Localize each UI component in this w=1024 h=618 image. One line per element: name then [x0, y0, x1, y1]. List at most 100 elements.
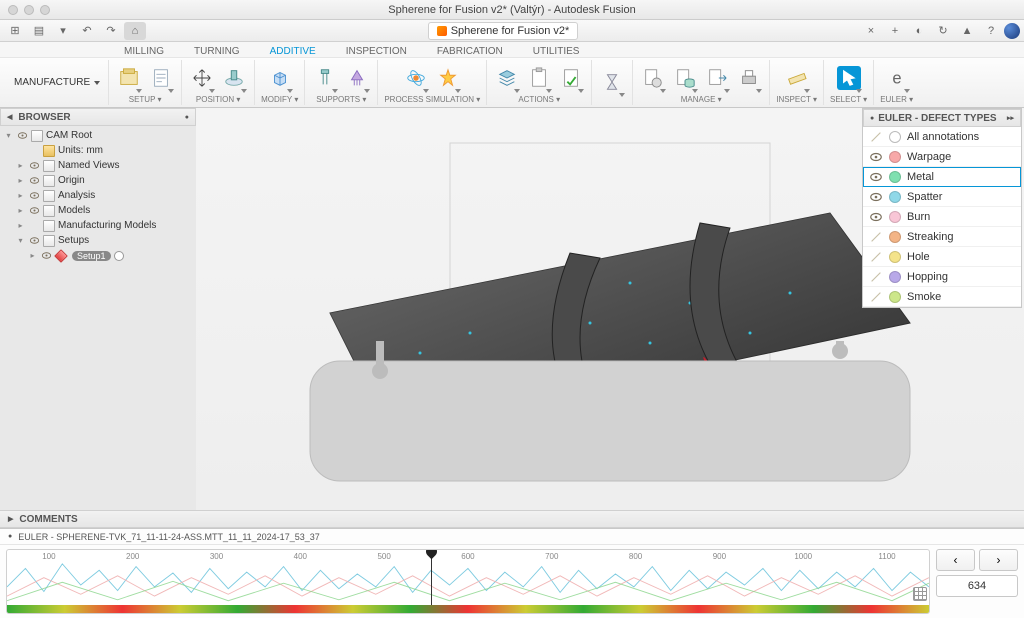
layers-stack[interactable]: [493, 64, 521, 92]
doc-export[interactable]: [703, 64, 731, 92]
help-icon[interactable]: ?: [980, 22, 1002, 40]
inspect-measure[interactable]: [783, 64, 811, 92]
workspace-switcher[interactable]: MANUFACTURE: [6, 60, 109, 105]
ribbon-tab-additive[interactable]: ADDITIVE: [266, 46, 320, 57]
visibility-eye-icon[interactable]: [869, 130, 883, 144]
hourglass[interactable]: [598, 68, 626, 96]
chevron-icon[interactable]: ▾: [16, 236, 25, 245]
doc-printer[interactable]: [735, 64, 763, 92]
document-tab[interactable]: Spherene for Fusion v2*: [428, 22, 579, 40]
ribbon-group-label[interactable]: MANAGE ▾: [681, 95, 722, 105]
sim-physics[interactable]: [402, 64, 430, 92]
chevron-icon[interactable]: ▾: [4, 131, 13, 140]
timeline-grid-icon[interactable]: [913, 587, 927, 601]
user-avatar[interactable]: [1004, 23, 1020, 39]
defect-row-spatter[interactable]: Spatter: [863, 187, 1021, 207]
ribbon-tab-inspection[interactable]: INSPECTION: [342, 46, 411, 57]
redo-icon[interactable]: ↷: [100, 22, 122, 40]
tab-close-icon[interactable]: ×: [860, 22, 882, 40]
visibility-eye-icon[interactable]: [869, 190, 883, 204]
ribbon-group-label[interactable]: INSPECT ▾: [776, 95, 817, 105]
visibility-eye-icon[interactable]: [28, 145, 40, 157]
euler-e[interactable]: e: [883, 64, 911, 92]
extensions-icon[interactable]: ◐: [908, 22, 930, 40]
ribbon-group-label[interactable]: POSITION ▾: [196, 95, 240, 105]
file-icon[interactable]: ▤: [28, 22, 50, 40]
chevron-icon[interactable]: ▸: [16, 191, 25, 200]
chevron-icon[interactable]: ▸: [16, 176, 25, 185]
defect-row-burn[interactable]: Burn: [863, 207, 1021, 227]
chevron-icon[interactable]: ▸: [16, 206, 25, 215]
timeline-playhead[interactable]: [431, 550, 432, 613]
defect-row-streaking[interactable]: Streaking: [863, 227, 1021, 247]
defect-row-metal[interactable]: Metal: [863, 167, 1021, 187]
tree-row[interactable]: Units: mm: [2, 143, 194, 158]
tree-row[interactable]: ▸Models: [2, 203, 194, 218]
ribbon-tab-milling[interactable]: MILLING: [120, 46, 168, 57]
browser-header[interactable]: ◀ BROWSER ●: [0, 108, 196, 126]
defect-row-hopping[interactable]: Hopping: [863, 267, 1021, 287]
visibility-eye-icon[interactable]: [869, 150, 883, 164]
timeline-next-button[interactable]: ›: [979, 549, 1018, 571]
ribbon-group-label[interactable]: SETUP ▾: [129, 95, 162, 105]
pin-icon[interactable]: [114, 251, 124, 261]
timeline-graph[interactable]: 10020030040050060070080090010001100: [6, 549, 930, 614]
visibility-eye-icon[interactable]: [28, 205, 40, 217]
visibility-eye-icon[interactable]: [16, 130, 28, 142]
ribbon-group-label[interactable]: MODIFY ▾: [261, 95, 298, 105]
viewport-3d[interactable]: FRONT ●EULER - DEFECT TYPES ▸▸ All annot…: [196, 108, 1024, 510]
apps-grid-icon[interactable]: ⊞: [4, 22, 26, 40]
setup-doc[interactable]: [147, 64, 175, 92]
support-tree[interactable]: [343, 64, 371, 92]
visibility-eye-icon[interactable]: [869, 250, 883, 264]
visibility-eye-icon[interactable]: [869, 270, 883, 284]
ribbon-tab-fabrication[interactable]: FABRICATION: [433, 46, 507, 57]
chevron-icon[interactable]: ▸: [28, 251, 37, 260]
ribbon-group-label[interactable]: SUPPORTS ▾: [316, 95, 366, 105]
comments-bar[interactable]: ▶ COMMENTS: [0, 510, 1024, 528]
ribbon-tab-turning[interactable]: TURNING: [190, 46, 244, 57]
chevron-icon[interactable]: ▸: [16, 161, 25, 170]
tree-row[interactable]: ▸Analysis: [2, 188, 194, 203]
move-cross[interactable]: [188, 64, 216, 92]
sim-spark[interactable]: [434, 64, 462, 92]
visibility-eye-icon[interactable]: [869, 170, 883, 184]
ribbon-group-label[interactable]: EULER ▾: [880, 95, 913, 105]
sheet-clip[interactable]: [525, 64, 553, 92]
doc-db[interactable]: [671, 64, 699, 92]
orient-plate[interactable]: [220, 64, 248, 92]
tree-row[interactable]: ▸Manufacturing Models: [2, 218, 194, 233]
doc-gear[interactable]: [639, 64, 667, 92]
visibility-eye-icon[interactable]: [28, 220, 40, 232]
defect-row-all-annotations[interactable]: All annotations: [863, 127, 1021, 147]
history-icon[interactable]: ↻: [932, 22, 954, 40]
undo-icon[interactable]: ↶: [76, 22, 98, 40]
chevron-icon[interactable]: ▸: [16, 221, 25, 230]
defect-row-smoke[interactable]: Smoke: [863, 287, 1021, 307]
save-icon[interactable]: ▾: [52, 22, 74, 40]
visibility-eye-icon[interactable]: [28, 175, 40, 187]
collapse-icon[interactable]: ▸▸: [1007, 114, 1014, 122]
tree-row[interactable]: ▸Setup1: [2, 248, 194, 263]
tree-row[interactable]: ▾CAM Root: [2, 128, 194, 143]
ribbon-group-label[interactable]: PROCESS SIMULATION ▾: [384, 95, 480, 105]
sheet-mark[interactable]: [557, 64, 585, 92]
visibility-eye-icon[interactable]: [28, 235, 40, 247]
modify-cube[interactable]: [266, 64, 294, 92]
timeline-header[interactable]: ● EULER - SPHERENE-TVK_71_11-11-24-ASS.M…: [0, 529, 1024, 545]
defect-row-warpage[interactable]: Warpage: [863, 147, 1021, 167]
ribbon-group-label[interactable]: ACTIONS ▾: [518, 95, 560, 105]
ribbon-group-label[interactable]: SELECT ▾: [830, 95, 867, 105]
visibility-eye-icon[interactable]: [40, 250, 52, 262]
new-tab-icon[interactable]: +: [884, 22, 906, 40]
visibility-eye-icon[interactable]: [869, 290, 883, 304]
defect-row-hole[interactable]: Hole: [863, 247, 1021, 267]
defect-panel-header[interactable]: ●EULER - DEFECT TYPES ▸▸: [863, 109, 1021, 127]
timeline-prev-button[interactable]: ‹: [936, 549, 975, 571]
visibility-eye-icon[interactable]: [28, 190, 40, 202]
panel-options-icon[interactable]: ●: [185, 114, 189, 121]
tree-row[interactable]: ▾Setups: [2, 233, 194, 248]
visibility-eye-icon[interactable]: [869, 230, 883, 244]
notifications-icon[interactable]: ▲: [956, 22, 978, 40]
visibility-eye-icon[interactable]: [28, 160, 40, 172]
